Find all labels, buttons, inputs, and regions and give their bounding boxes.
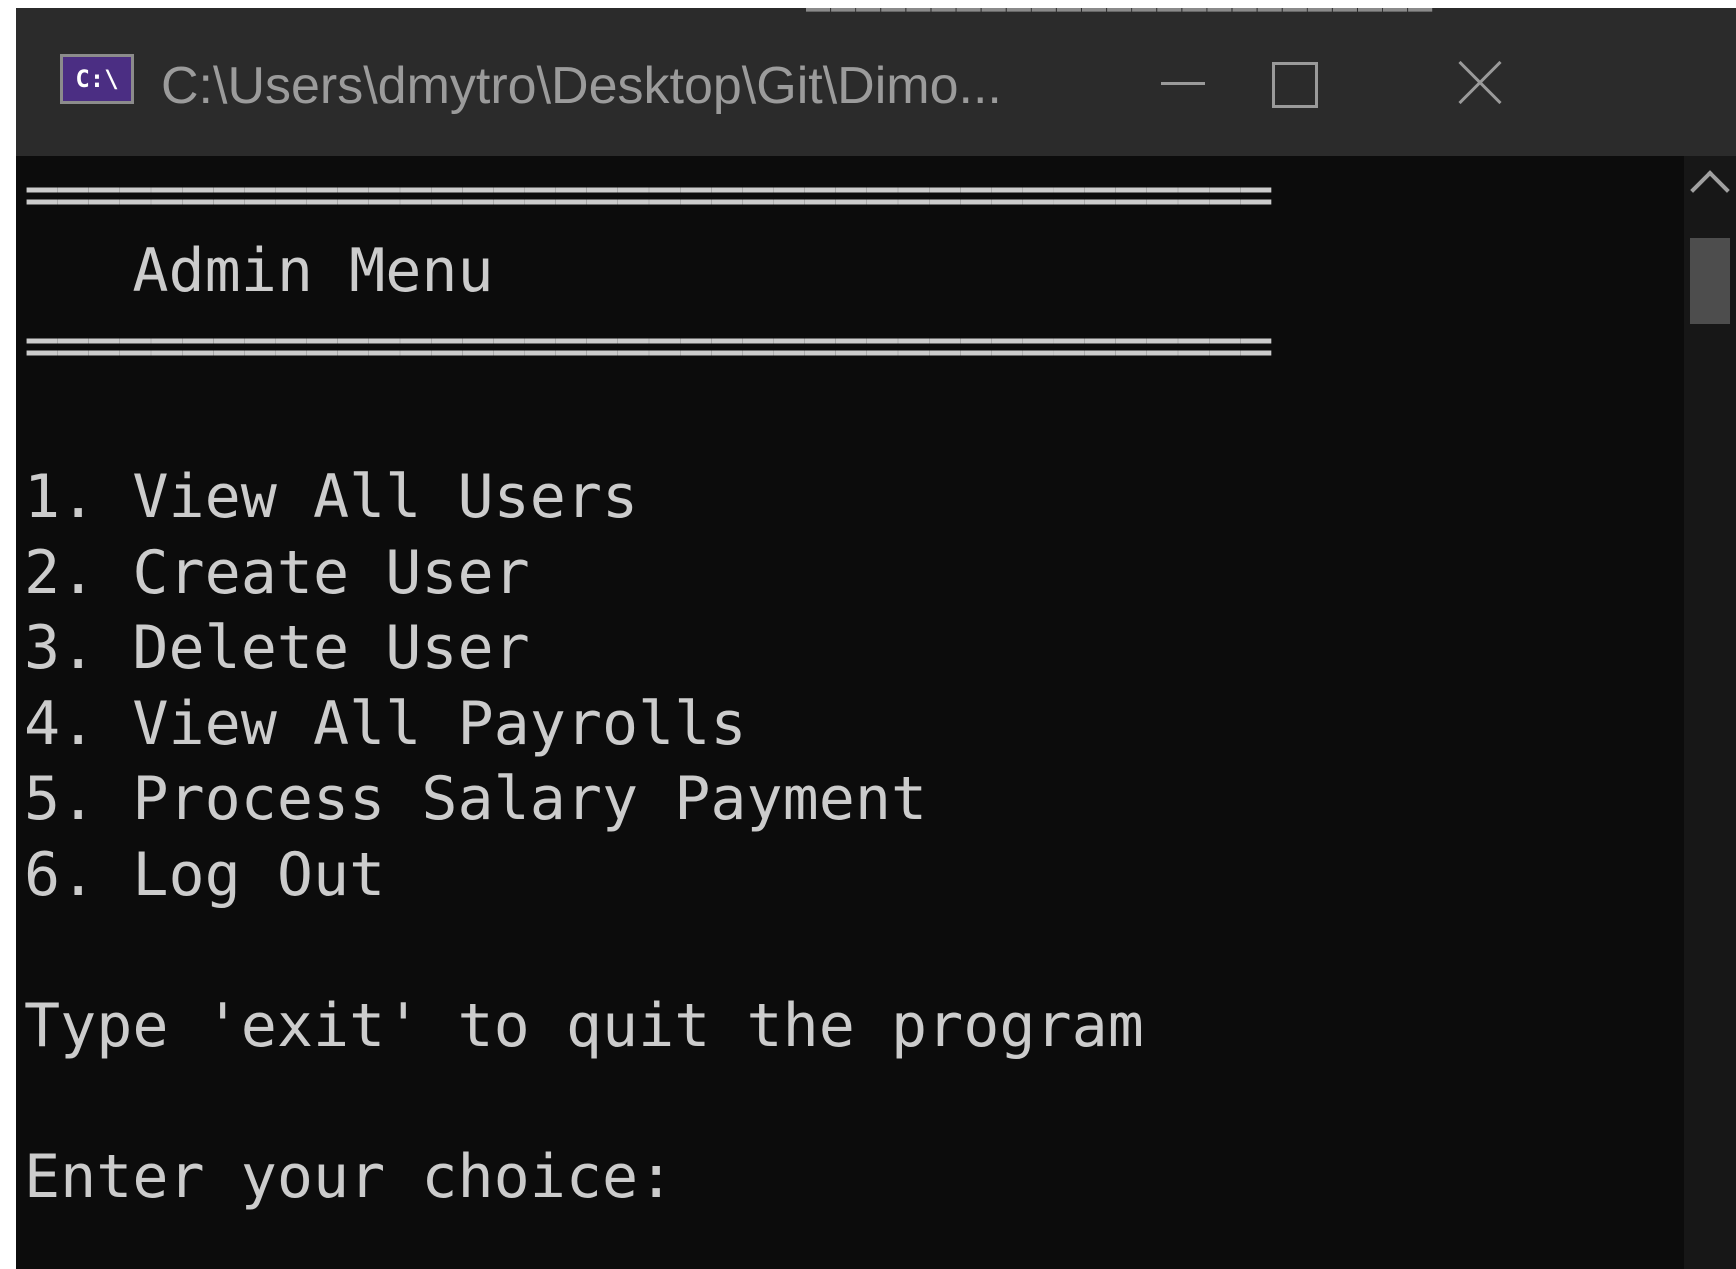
- console-line-blank-3: [24, 1064, 1676, 1140]
- desktop-stage: ▀▀▀▀▀▀▀▀▀▀▀▀▀▀▀▀▀▀▀▀▀▀▀▀▀ C:\ C:\Users\d…: [0, 0, 1736, 1269]
- console-line-menu-process-salary-payment: 5. Process Salary Payment: [24, 764, 928, 834]
- console-line-blank-2: [24, 913, 1676, 989]
- console-line-separator-top: ========================================: [24, 160, 1274, 230]
- background-window-text-bleed: ▀▀▀▀▀▀▀▀▀▀▀▀▀▀▀▀▀▀▀▀▀▀▀▀▀: [806, 8, 1434, 30]
- console-line-blank-4: [24, 1215, 1676, 1269]
- console-line-menu-view-all-users: 1. View All Users: [24, 462, 639, 532]
- console-line-menu-delete-user: 3. Delete User: [24, 613, 530, 683]
- chevron-up-icon[interactable]: [1690, 170, 1730, 210]
- console-line-exit-hint: Type 'exit' to quit the program: [24, 990, 1144, 1061]
- window-title: C:\Users\dmytro\Desktop\Git\Dimo...: [161, 57, 1002, 115]
- console-line-blank-1: [24, 385, 1676, 461]
- console-line-admin-menu-title: Admin Menu: [24, 235, 494, 306]
- console-line-menu-create-user: 2. Create User: [24, 537, 530, 608]
- minimize-icon[interactable]: [1131, 38, 1251, 128]
- scrollbar-thumb[interactable]: [1690, 238, 1730, 324]
- maximize-icon[interactable]: [1244, 38, 1364, 128]
- console-output[interactable]: ========================================…: [16, 156, 1676, 1269]
- command-prompt-window: ▀▀▀▀▀▀▀▀▀▀▀▀▀▀▀▀▀▀▀▀▀▀▀▀▀ C:\ C:\Users\d…: [16, 8, 1736, 1269]
- vertical-scrollbar[interactable]: [1684, 156, 1736, 1269]
- console-line-menu-view-all-payrolls: 4. View All Payrolls: [24, 688, 747, 759]
- console-line-separator-bottom: ========================================: [24, 311, 1274, 381]
- window-titlebar[interactable]: ▀▀▀▀▀▀▀▀▀▀▀▀▀▀▀▀▀▀▀▀▀▀▀▀▀ C:\ C:\Users\d…: [16, 8, 1736, 156]
- command-prompt-icon: C:\: [60, 54, 134, 104]
- console-line-menu-log-out: 6. Log Out: [24, 839, 386, 910]
- console-line-choice-prompt[interactable]: Enter your choice:: [24, 1140, 1676, 1216]
- close-icon[interactable]: [1432, 38, 1552, 128]
